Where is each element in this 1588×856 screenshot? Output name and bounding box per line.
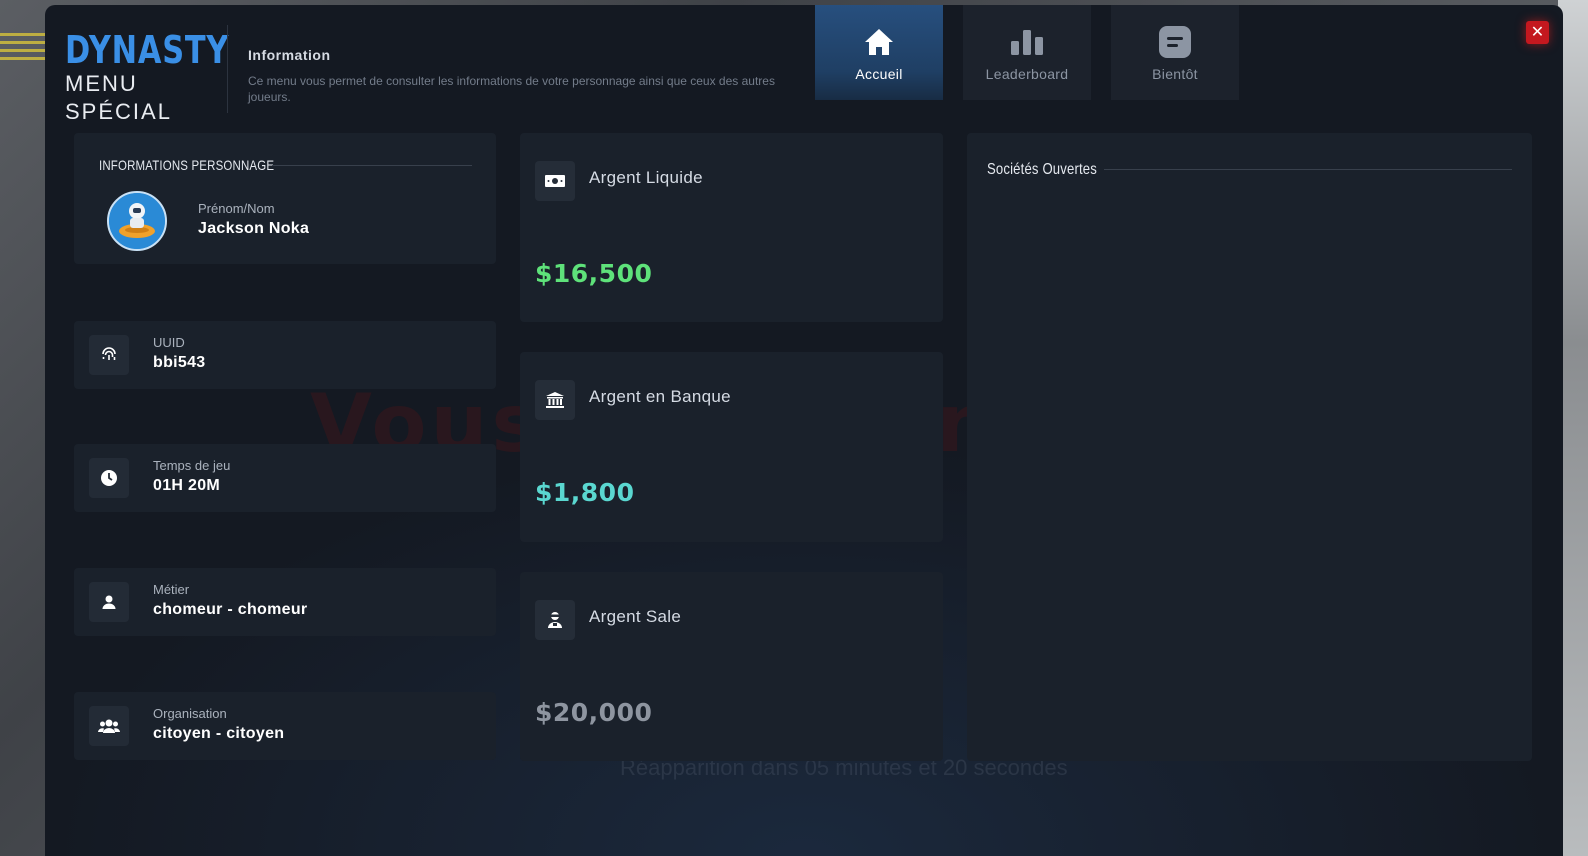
dirty-money-card: Argent Sale $20,000 [520, 572, 943, 761]
section-divider [1104, 169, 1512, 170]
organisation-value: citoyen - citoyen [153, 725, 285, 742]
cash-label: Argent Liquide [589, 168, 703, 187]
name-block: Prénom/Nom Jackson Noka [198, 201, 309, 238]
organisation-text: Organisation citoyen - citoyen [153, 706, 284, 743]
organisation-label: Organisation [153, 706, 227, 721]
societes-card: Sociétés Ouvertes [967, 133, 1532, 761]
section-divider [272, 165, 472, 166]
playtime-card: Temps de jeu 01H 20M [74, 444, 496, 512]
societes-section-title: Sociétés Ouvertes [987, 161, 1097, 178]
bar-chart-icon [1010, 25, 1044, 59]
user-icon [89, 582, 129, 622]
organisation-card: Organisation citoyen - citoyen [74, 692, 496, 760]
cash-icon [535, 161, 575, 201]
users-icon [89, 706, 129, 746]
close-button[interactable]: ✕ [1526, 21, 1549, 44]
cash-amount: $16,500 [535, 259, 653, 288]
tab-accueil-label: Accueil [855, 66, 903, 82]
brand-title: DYNASTY [65, 28, 230, 72]
uuid-value: bbi543 [153, 354, 206, 371]
job-value: chomeur - chomeur [153, 601, 308, 618]
playtime-value: 01H 20M [153, 477, 221, 494]
personnage-section-title: INFORMATIONS PERSONNAGE [99, 157, 275, 173]
cash-card: Argent Liquide $16,500 [520, 133, 943, 322]
job-text: Métier chomeur - chomeur [153, 582, 307, 619]
dirty-money-label: Argent Sale [589, 607, 682, 626]
job-label: Métier [153, 582, 190, 597]
info-block: Information Ce menu vous permet de consu… [248, 47, 793, 105]
message-icon [1158, 25, 1192, 59]
bank-icon [535, 380, 575, 420]
avatar [107, 191, 167, 251]
uuid-card: UUID bbi543 [74, 321, 496, 389]
bank-card: Argent en Banque $1,800 [520, 352, 943, 542]
home-icon [862, 25, 896, 59]
brand-subtitle-line2: SPÉCIAL [65, 99, 172, 124]
playtime-label: Temps de jeu [153, 458, 231, 473]
clock-icon [89, 458, 129, 498]
bank-label: Argent en Banque [589, 387, 731, 406]
tab-leaderboard[interactable]: Leaderboard [963, 5, 1091, 100]
name-value: Jackson Noka [198, 220, 310, 237]
playtime-text: Temps de jeu 01H 20M [153, 458, 230, 495]
background-road-marking [0, 30, 50, 60]
name-label: Prénom/Nom [198, 201, 275, 216]
dirty-money-amount: $20,000 [535, 698, 653, 727]
thief-icon [535, 600, 575, 640]
job-card: Métier chomeur - chomeur [74, 568, 496, 636]
tab-leaderboard-label: Leaderboard [985, 66, 1069, 82]
fingerprint-icon [89, 335, 129, 375]
personnage-card: INFORMATIONS PERSONNAGE Prénom/Nom Jacks… [74, 133, 496, 264]
bank-amount: $1,800 [535, 478, 635, 507]
info-description: Ce menu vous permet de consulter les inf… [248, 74, 775, 104]
brand-logo: DYNASTY MENU SPÉCIAL [65, 30, 270, 126]
info-title: Information [248, 47, 331, 63]
tab-bientot-label: Bientôt [1152, 66, 1198, 82]
header-divider [227, 25, 228, 113]
tab-bientot[interactable]: Bientôt [1111, 5, 1239, 100]
tab-accueil[interactable]: Accueil [815, 5, 943, 100]
uuid-label: UUID [153, 335, 185, 350]
uuid-text: UUID bbi543 [153, 335, 206, 372]
menu-panel: Vous êtes dans le coma Réapparition dans… [45, 5, 1563, 856]
brand-subtitle-line1: MENU [65, 71, 138, 96]
